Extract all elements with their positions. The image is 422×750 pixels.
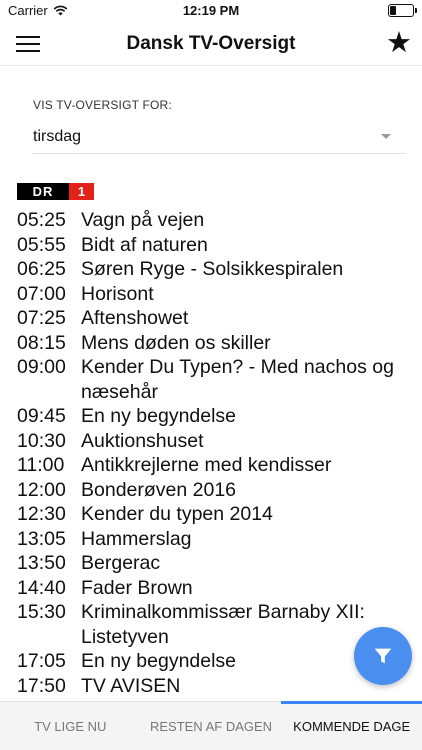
dropdown-arrow-icon <box>381 134 391 139</box>
program-row[interactable]: 11:00 Antikkrejlerne med kendisser <box>17 453 397 478</box>
program-title: Søren Ryge - Solsikkespiralen <box>81 258 344 280</box>
page-title: Dansk TV-Oversigt <box>126 33 296 54</box>
battery-icon <box>388 4 417 17</box>
program-row[interactable]: 05:25 Vagn på vejen <box>17 208 397 233</box>
program-row[interactable]: 17:50 TV AVISEN <box>17 674 397 699</box>
status-time: 12:19 PM <box>182 3 240 18</box>
channel-logo-number: 1 <box>69 183 94 200</box>
navigation-bar: Dansk TV-Oversigt ★ <box>0 22 422 66</box>
program-row[interactable]: 13:50 Bergerac <box>17 551 397 576</box>
program-row[interactable]: 09:00 Kender Du Typen? - Med nachos og næ… <box>17 355 397 404</box>
program-title: Fader Brown <box>81 576 193 599</box>
program-time: 05:55 <box>17 233 66 256</box>
program-row[interactable]: 17:05 En ny begyndelse <box>17 649 397 674</box>
program-time: 08:15 <box>17 331 66 354</box>
program-time: 11:00 <box>17 454 65 476</box>
program-list: 05:25 Vagn på vejen 05:55 Bidt af naturen 06… <box>17 208 397 698</box>
program-time: 05:25 <box>17 209 66 231</box>
program-row[interactable]: 13:05 Hammerslag <box>17 527 397 552</box>
day-dropdown[interactable]: tirsdag <box>33 128 406 154</box>
tab-resten-af-dagen[interactable]: RESTEN AF DAGEN <box>141 702 282 750</box>
program-time: 13:50 <box>17 552 66 574</box>
program-row[interactable]: 06:25 Søren Ryge - Solsikkespiralen <box>17 257 397 282</box>
program-time: 10:30 <box>17 429 66 452</box>
program-time: 06:25 <box>17 258 66 280</box>
program-time: 09:00 <box>17 356 66 378</box>
program-time: 07:25 <box>17 307 66 329</box>
program-time: 17:50 <box>17 674 66 697</box>
tab-kommende-dage[interactable]: KOMMENDE DAGE <box>281 701 422 750</box>
filter-icon <box>374 648 392 664</box>
program-title: Bidt af naturen <box>81 233 208 256</box>
program-title: Bonderøven 2016 <box>81 478 237 501</box>
star-icon[interactable]: ★ <box>386 28 412 58</box>
program-row[interactable]: 15:30 Kriminalkommissær Barnaby XII: List… <box>17 600 397 649</box>
program-row[interactable]: 12:30 Kender du typen 2014 <box>17 502 397 527</box>
program-time: 09:45 <box>17 405 66 427</box>
bottom-tab-bar: TV LIGE NU RESTEN AF DAGEN KOMMENDE DAGE <box>0 701 422 750</box>
channel-logo-text: DR <box>17 183 69 200</box>
tab-tv-lige-nu[interactable]: TV LIGE NU <box>0 702 141 750</box>
program-title: Hammerslag <box>81 527 192 550</box>
program-row[interactable]: 14:40 Fader Brown <box>17 576 397 601</box>
program-time: 12:30 <box>17 503 66 525</box>
program-title: Kriminalkommissær Barnaby XII: Listetyve… <box>81 601 365 648</box>
program-time: 13:05 <box>17 527 66 550</box>
program-title: Auktionshuset <box>81 429 204 452</box>
status-bar: Carrier 12:19 PM <box>0 0 422 22</box>
program-time: 15:30 <box>17 601 66 623</box>
program-title: Kender Du Typen? - Med nachos og næsehår <box>81 356 394 403</box>
program-title: Antikkrejlerne med kendisser <box>81 454 332 476</box>
program-row[interactable]: 05:55 Bidt af naturen <box>17 233 397 258</box>
program-title: Mens døden os skiller <box>81 331 271 354</box>
program-title: En ny begyndelse <box>81 405 237 427</box>
program-row[interactable]: 07:25 Aftenshowet <box>17 306 397 331</box>
program-time: 07:00 <box>17 282 66 305</box>
program-time: 12:00 <box>17 478 66 501</box>
battery-level <box>390 6 396 15</box>
program-row[interactable]: 09:45 En ny begyndelse <box>17 404 397 429</box>
program-row[interactable]: 12:00 Bonderøven 2016 <box>17 478 397 503</box>
program-title: Vagn på vejen <box>81 209 205 231</box>
program-row[interactable]: 08:15 Mens døden os skiller <box>17 331 397 356</box>
day-dropdown-value: tirsdag <box>33 128 82 145</box>
program-title: Horisont <box>81 282 154 305</box>
program-title: Bergerac <box>81 552 161 574</box>
program-row[interactable]: 07:00 Horisont <box>17 282 397 307</box>
program-title: En ny begyndelse <box>81 650 237 672</box>
channel-logo-dr1: DR 1 <box>17 183 94 200</box>
program-title: TV AVISEN <box>81 674 181 697</box>
day-selector-label: VIS TV-OVERSIGT FOR: <box>33 98 172 112</box>
program-time: 14:40 <box>17 576 66 599</box>
day-selector: VIS TV-OVERSIGT FOR: tirsdag <box>33 98 406 154</box>
program-row[interactable]: 10:30 Auktionshuset <box>17 429 397 454</box>
program-title: Kender du typen 2014 <box>81 503 273 525</box>
filter-button[interactable] <box>354 627 412 685</box>
program-time: 17:05 <box>17 650 66 672</box>
program-title: Aftenshowet <box>81 307 189 329</box>
